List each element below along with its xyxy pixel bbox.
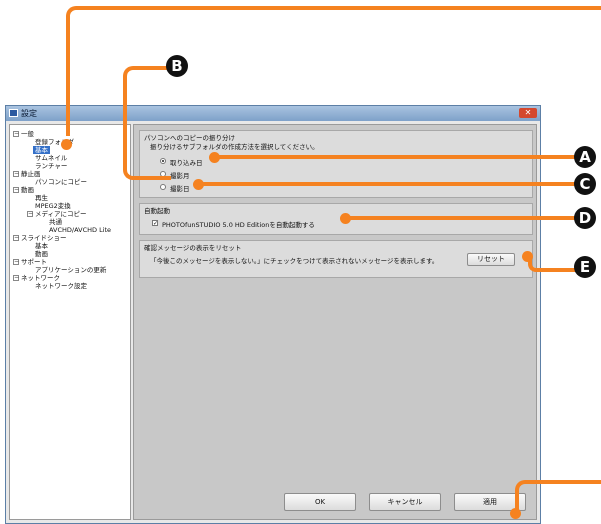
callout-badge-c: C bbox=[574, 173, 596, 195]
window-title: 設定 bbox=[21, 109, 37, 118]
settings-dialog: 設定 ✕ − 一般 登録フォルダ 基本 サムネイル ランチャー − 静止画 パソ… bbox=[5, 105, 541, 524]
radio-label-shoot-date[interactable]: 撮影日 bbox=[170, 183, 190, 193]
collapse-icon[interactable]: − bbox=[13, 131, 19, 137]
collapse-icon[interactable]: − bbox=[13, 187, 19, 193]
reset-message-description: 「今後このメッセージを表示しない。」にチェックをつけて表示されないメッセージを表… bbox=[150, 257, 439, 265]
callout-line-apply bbox=[515, 480, 601, 514]
app-icon bbox=[9, 109, 18, 117]
tree-item-common[interactable]: 共通 bbox=[49, 218, 62, 226]
tree-item-avchd[interactable]: AVCHD/AVCHD Lite bbox=[49, 226, 111, 234]
callout-line-b bbox=[123, 66, 171, 180]
tree-item-playback[interactable]: 再生 bbox=[35, 194, 48, 202]
callout-dot-d bbox=[340, 213, 351, 224]
callout-line-a bbox=[212, 155, 582, 159]
settings-tree: − 一般 登録フォルダ 基本 サムネイル ランチャー − 静止画 パソコンにコピ… bbox=[9, 124, 131, 520]
callout-dot-apply bbox=[510, 508, 521, 519]
callout-dot-top bbox=[61, 139, 72, 150]
callout-line-d bbox=[345, 216, 582, 220]
reset-button[interactable]: リセット bbox=[467, 253, 515, 266]
callout-line-c bbox=[198, 182, 582, 186]
tree-item-slideshow[interactable]: スライドショー bbox=[21, 234, 67, 242]
tree-item-mpeg2-convert[interactable]: MPEG2変換 bbox=[35, 202, 71, 210]
tree-item-launcher[interactable]: ランチャー bbox=[35, 162, 67, 170]
collapse-icon[interactable]: − bbox=[27, 211, 33, 217]
tree-item-slideshow-video[interactable]: 動画 bbox=[35, 250, 48, 258]
radio-label-import-date[interactable]: 取り込み日 bbox=[170, 157, 203, 167]
tree-item-network[interactable]: ネットワーク bbox=[21, 274, 60, 282]
radio-shoot-date[interactable] bbox=[160, 184, 166, 190]
collapse-icon[interactable]: − bbox=[13, 171, 19, 177]
reset-message-title: 確認メッセージの表示をリセット bbox=[144, 244, 242, 252]
cancel-button[interactable]: キャンセル bbox=[369, 493, 441, 511]
collapse-icon[interactable]: − bbox=[13, 275, 19, 281]
tree-item-still-image[interactable]: 静止画 bbox=[21, 170, 41, 178]
tree-item-basic[interactable]: 基本 bbox=[33, 146, 50, 154]
tree-item-support[interactable]: サポート bbox=[21, 258, 47, 266]
tree-item-slideshow-basic[interactable]: 基本 bbox=[35, 242, 48, 250]
tree-item-copy-to-media[interactable]: メディアにコピー bbox=[35, 210, 87, 218]
autostart-label[interactable]: PHOTOfunSTUDIO 5.0 HD Editionを自動起動する bbox=[162, 219, 315, 229]
ok-button[interactable]: OK bbox=[284, 493, 356, 511]
collapse-icon[interactable]: − bbox=[13, 259, 19, 265]
radio-label-shoot-month[interactable]: 撮影月 bbox=[170, 170, 190, 180]
collapse-icon[interactable]: − bbox=[13, 235, 19, 241]
tree-item-network-settings[interactable]: ネットワーク設定 bbox=[35, 282, 87, 290]
reset-message-group: 確認メッセージの表示をリセット 「今後このメッセージを表示しない。」にチェックを… bbox=[139, 240, 533, 278]
tree-item-video[interactable]: 動画 bbox=[21, 186, 34, 194]
callout-dot-e bbox=[522, 251, 533, 262]
callout-badge-e: E bbox=[574, 256, 596, 278]
tree-item-copy-to-pc[interactable]: パソコンにコピー bbox=[35, 178, 87, 186]
tree-item-app-update[interactable]: アプリケーションの更新 bbox=[35, 266, 106, 274]
copy-sort-description: 振り分けるサブフォルダの作成方法を選択してください。 bbox=[150, 143, 319, 151]
callout-badge-d: D bbox=[574, 207, 596, 229]
tree-item-general[interactable]: 一般 bbox=[21, 130, 34, 138]
callout-dot-a bbox=[209, 152, 220, 163]
tree-item-thumbnail[interactable]: サムネイル bbox=[35, 154, 67, 162]
autostart-title: 自動起動 bbox=[144, 207, 170, 215]
callout-badge-b: B bbox=[166, 55, 188, 77]
callout-badge-a: A bbox=[574, 146, 596, 168]
callout-dot-c bbox=[193, 179, 204, 190]
autostart-checkbox[interactable]: ✓ bbox=[152, 220, 158, 227]
